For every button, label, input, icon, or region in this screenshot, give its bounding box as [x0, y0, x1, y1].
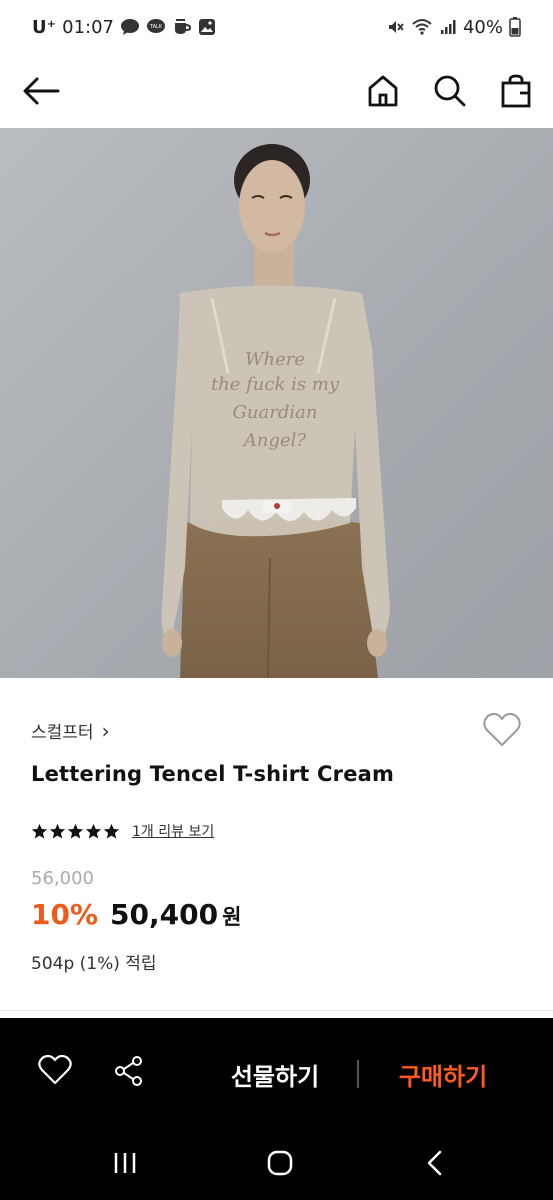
points-info: 504p (1%) 적립	[31, 954, 157, 974]
star-icon	[31, 823, 48, 839]
battery-icon	[509, 17, 521, 37]
battery-percent: 40%	[462, 16, 503, 38]
brand-link[interactable]: 스컬프터 ›	[31, 718, 110, 744]
system-nav-bar	[0, 1128, 553, 1200]
svg-text:Where: Where	[245, 349, 305, 370]
rating-row: 1개 리뷰 보기	[31, 821, 214, 841]
brand-name: 스컬프터	[31, 723, 94, 743]
message-bubble-icon	[120, 18, 140, 36]
product-image[interactable]: Where the fuck is my Guardian Angel?	[0, 128, 553, 678]
nav-actions	[367, 74, 531, 108]
cup-icon	[172, 18, 192, 36]
action-divider	[357, 1060, 359, 1088]
status-left: U⁺ 01:07 TALK	[32, 17, 216, 38]
share-icon[interactable]	[112, 1054, 146, 1092]
chevron-right-icon: ›	[101, 718, 110, 743]
top-nav	[0, 54, 553, 128]
carrier-label: U⁺	[32, 16, 57, 38]
rating-stars	[31, 823, 120, 840]
gift-button[interactable]: 선물하기	[210, 1054, 340, 1094]
mute-icon	[387, 18, 405, 36]
gallery-icon	[198, 18, 216, 36]
star-icon	[103, 823, 120, 839]
product-title: Lettering Tencel T-shirt Cream	[31, 762, 395, 786]
recent-apps-icon[interactable]	[112, 1150, 138, 1180]
svg-text:Guardian: Guardian	[233, 402, 318, 423]
product-info: 스컬프터 › Lettering Tencel T-shirt Cream 1개…	[0, 678, 553, 1018]
star-icon	[67, 823, 84, 839]
price-row: 10% 50,400 원	[31, 898, 241, 931]
divider	[0, 1010, 553, 1011]
status-right: 40%	[387, 17, 521, 38]
buy-button[interactable]: 구매하기	[378, 1054, 508, 1094]
discount-rate: 10%	[31, 898, 99, 931]
signal-icon	[439, 18, 457, 36]
action-bar: 선물하기 구매하기	[0, 1018, 553, 1128]
heart-outline-icon[interactable]	[38, 1054, 72, 1090]
system-back-icon[interactable]	[424, 1150, 446, 1180]
back-arrow-icon[interactable]	[22, 76, 60, 106]
svg-text:Angel?: Angel?	[242, 430, 307, 451]
shopping-bag-icon[interactable]	[501, 74, 531, 108]
review-link[interactable]: 1개 리뷰 보기	[132, 821, 214, 841]
original-price: 56,000	[31, 868, 94, 889]
svg-text:the fuck is my: the fuck is my	[211, 374, 340, 395]
home-circle-icon[interactable]	[266, 1150, 294, 1180]
star-icon	[49, 823, 66, 839]
home-icon[interactable]	[367, 74, 399, 108]
clock: 01:07	[62, 16, 114, 38]
currency-label: 원	[222, 905, 242, 929]
talk-icon: TALK	[146, 18, 166, 36]
heart-outline-icon[interactable]	[482, 712, 522, 752]
sale-price: 50,400	[110, 898, 219, 931]
status-bar: U⁺ 01:07 TALK 40%	[0, 0, 553, 54]
search-icon[interactable]	[433, 74, 467, 108]
wifi-icon	[411, 18, 433, 36]
star-icon	[85, 823, 102, 839]
svg-text:TALK: TALK	[149, 24, 163, 30]
